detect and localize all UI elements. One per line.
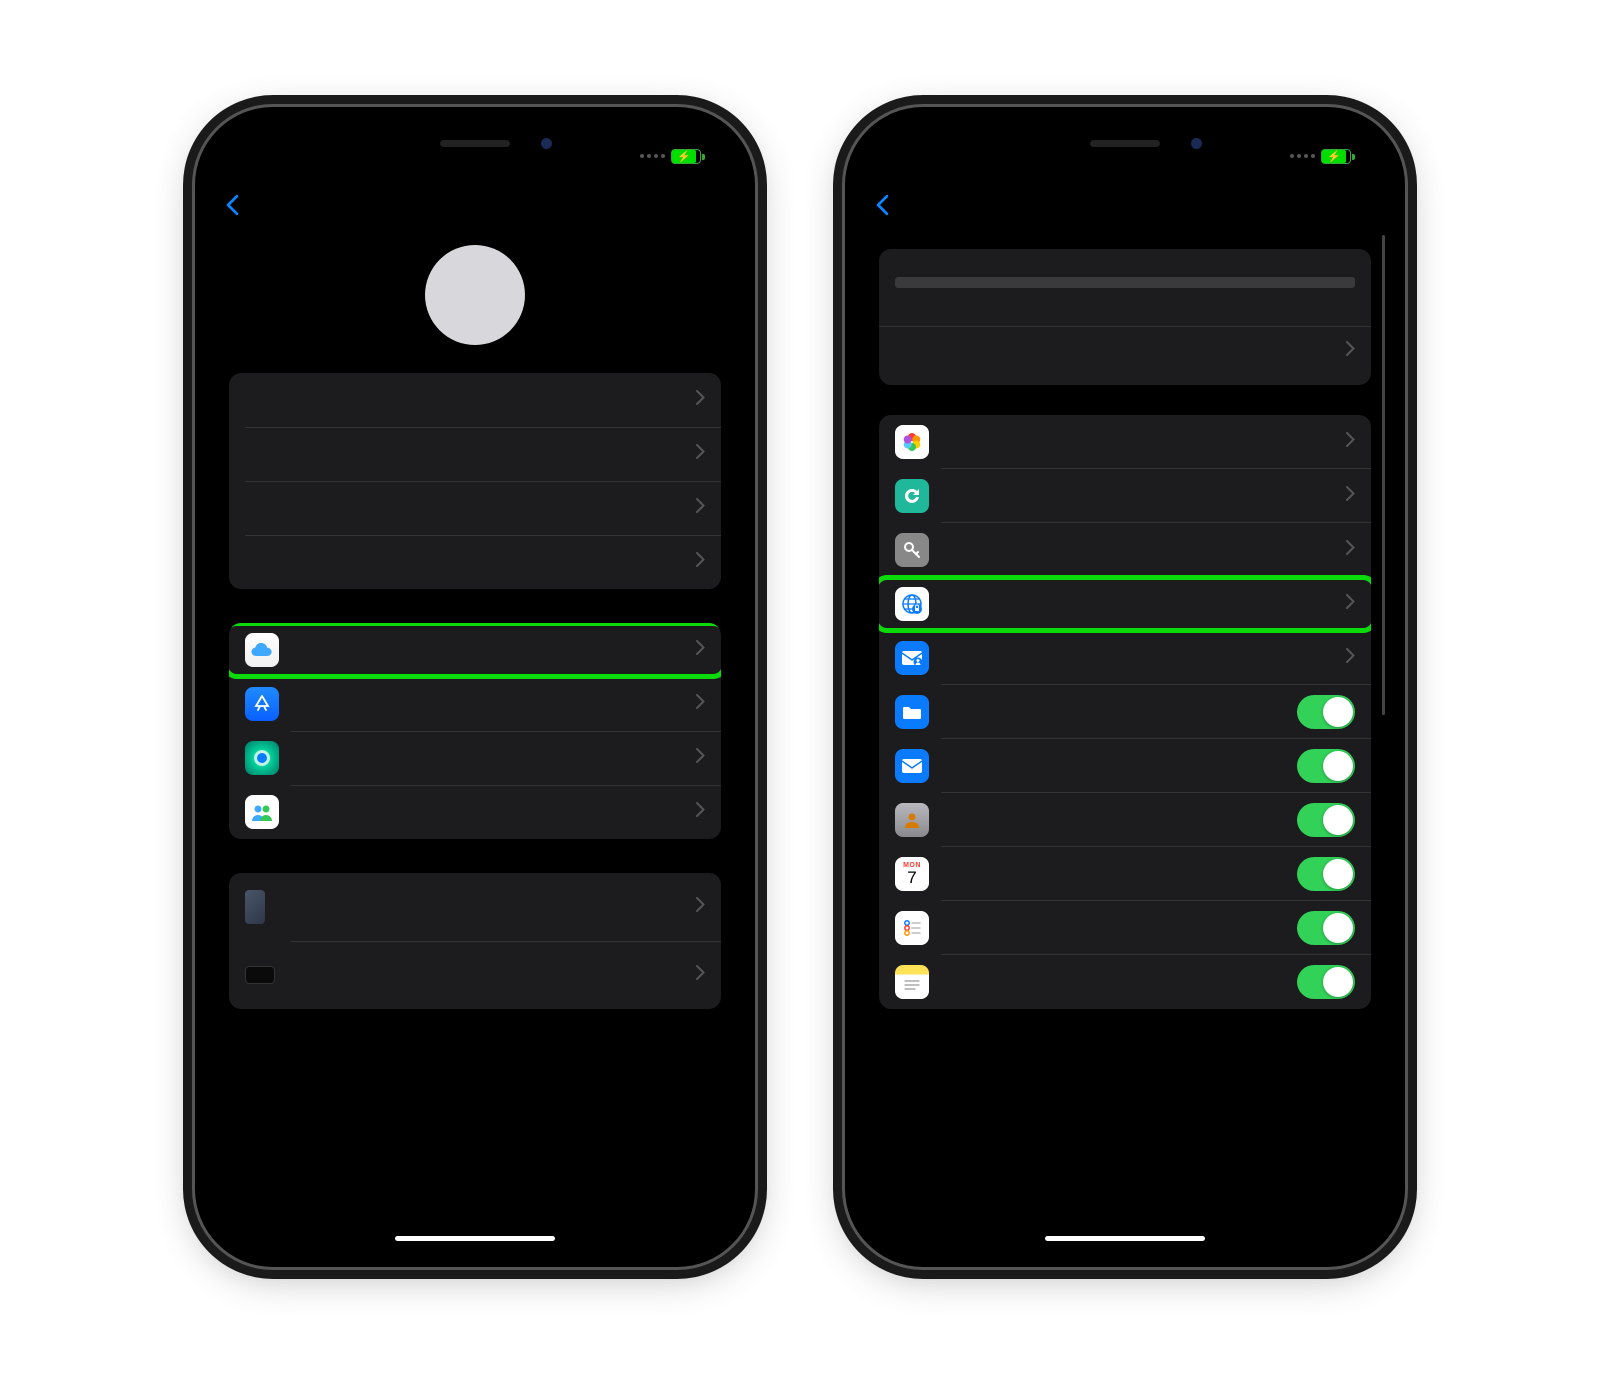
chevron-right-icon bbox=[696, 897, 705, 917]
notch bbox=[1000, 125, 1250, 161]
notes-icon bbox=[895, 965, 929, 999]
phone-right: ⚡ bbox=[845, 107, 1405, 1267]
notch bbox=[350, 125, 600, 161]
row-icloud-backup[interactable] bbox=[879, 469, 1371, 523]
row-media-purchases[interactable] bbox=[229, 677, 721, 731]
chevron-right-icon bbox=[1346, 339, 1355, 362]
row-find-my[interactable] bbox=[229, 731, 721, 785]
scroll-indicator[interactable] bbox=[1382, 235, 1385, 715]
legend-photos bbox=[895, 302, 909, 310]
chevron-right-icon bbox=[696, 640, 705, 660]
highlight-ring bbox=[879, 575, 1371, 633]
icloud-services-group: MON7 bbox=[879, 415, 1371, 1009]
row-device-appletv[interactable] bbox=[229, 941, 721, 1009]
chevron-right-icon bbox=[696, 748, 705, 768]
mail-icon bbox=[895, 749, 929, 783]
account-group bbox=[229, 373, 721, 589]
chevron-left-icon bbox=[875, 194, 890, 216]
storage-bar bbox=[895, 277, 1355, 288]
icloud-icon bbox=[245, 633, 279, 667]
reminders-icon bbox=[895, 911, 929, 945]
hide-my-email-icon bbox=[895, 641, 929, 675]
chevron-right-icon bbox=[696, 444, 705, 464]
chevron-right-icon bbox=[696, 802, 705, 822]
family-sharing-icon bbox=[245, 795, 279, 829]
row-icloud-mail[interactable] bbox=[879, 739, 1371, 793]
row-keychain[interactable] bbox=[879, 523, 1371, 577]
legend-backups bbox=[927, 302, 941, 310]
photos-icon bbox=[895, 425, 929, 459]
row-reminders[interactable] bbox=[879, 901, 1371, 955]
toggle-notes[interactable] bbox=[1297, 965, 1355, 999]
battery-icon: ⚡ bbox=[1321, 149, 1351, 164]
home-indicator[interactable] bbox=[1045, 1236, 1205, 1241]
chevron-right-icon bbox=[696, 965, 705, 985]
chevron-right-icon bbox=[1346, 594, 1355, 614]
screen-apple-id: ⚡ bbox=[213, 125, 737, 1249]
key-icon bbox=[895, 533, 929, 567]
folder-icon bbox=[895, 695, 929, 729]
row-name-phone-email[interactable] bbox=[229, 373, 721, 427]
chevron-right-icon bbox=[1346, 648, 1355, 668]
avatar[interactable] bbox=[425, 245, 525, 345]
devices-group bbox=[229, 873, 721, 1009]
storage-card bbox=[879, 249, 1371, 385]
screen-icloud: ⚡ bbox=[863, 125, 1387, 1249]
row-notes[interactable] bbox=[879, 955, 1371, 1009]
profile-block bbox=[229, 245, 721, 345]
highlight-ring bbox=[229, 623, 721, 679]
cellular-dots-icon bbox=[1290, 154, 1315, 158]
storage-legend bbox=[895, 302, 1355, 310]
toggle-calendars[interactable] bbox=[1297, 857, 1355, 891]
row-payment-shipping[interactable] bbox=[229, 481, 721, 535]
back-button[interactable] bbox=[225, 194, 244, 216]
iphone-device-icon bbox=[245, 890, 265, 924]
contacts-icon bbox=[895, 803, 929, 837]
home-indicator[interactable] bbox=[395, 1236, 555, 1241]
toggle-contacts[interactable] bbox=[1297, 803, 1355, 837]
phone-left: ⚡ bbox=[195, 107, 755, 1267]
chevron-right-icon bbox=[1346, 540, 1355, 560]
chevron-right-icon bbox=[696, 498, 705, 518]
nav-bar bbox=[863, 179, 1387, 231]
appstore-icon bbox=[245, 687, 279, 721]
row-manage-storage[interactable] bbox=[895, 327, 1355, 375]
toggle-icloud-mail[interactable] bbox=[1297, 749, 1355, 783]
row-icloud[interactable] bbox=[229, 623, 721, 677]
chevron-right-icon bbox=[1346, 486, 1355, 506]
toggle-reminders[interactable] bbox=[1297, 911, 1355, 945]
chevron-right-icon bbox=[696, 694, 705, 714]
row-family-sharing[interactable] bbox=[229, 785, 721, 839]
row-hide-my-email[interactable] bbox=[879, 631, 1371, 685]
nav-bar bbox=[213, 179, 737, 231]
chevron-left-icon bbox=[225, 194, 240, 216]
toggle-icloud-drive[interactable] bbox=[1297, 695, 1355, 729]
appletv-device-icon bbox=[245, 966, 275, 984]
private-relay-icon bbox=[895, 587, 929, 621]
row-device-iphone[interactable] bbox=[229, 873, 721, 941]
backup-icon bbox=[895, 479, 929, 513]
row-photos[interactable] bbox=[879, 415, 1371, 469]
row-subscriptions[interactable] bbox=[229, 535, 721, 589]
row-password-security[interactable] bbox=[229, 427, 721, 481]
findmy-icon bbox=[245, 741, 279, 775]
cellular-dots-icon bbox=[640, 154, 665, 158]
legend-family bbox=[991, 302, 1005, 310]
services-group bbox=[229, 623, 721, 839]
chevron-right-icon bbox=[696, 552, 705, 572]
chevron-right-icon bbox=[1346, 432, 1355, 452]
back-button[interactable] bbox=[875, 194, 894, 216]
chevron-right-icon bbox=[696, 390, 705, 410]
calendar-icon: MON7 bbox=[895, 857, 929, 891]
row-contacts[interactable] bbox=[879, 793, 1371, 847]
battery-icon: ⚡ bbox=[671, 149, 701, 164]
row-private-relay[interactable] bbox=[879, 577, 1371, 631]
row-calendars[interactable]: MON7 bbox=[879, 847, 1371, 901]
legend-others bbox=[959, 302, 973, 310]
row-icloud-drive[interactable] bbox=[879, 685, 1371, 739]
